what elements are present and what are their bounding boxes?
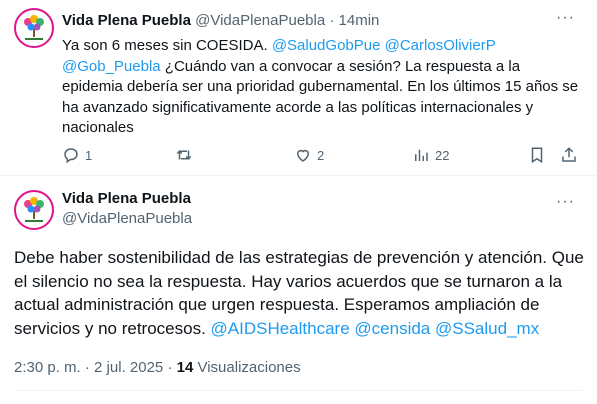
separator-dot: · [329,12,335,29]
handle[interactable]: @VidaPlenaPuebla [62,209,192,229]
tweet-text: Ya son 6 meses sin COESIDA. @SaludGobPue… [62,36,582,139]
views-button[interactable]: 22 [412,146,449,164]
mention-link[interactable]: @AIDSHealthcare [211,319,350,338]
views-label: Visualizaciones [193,359,301,376]
separator-dot: · [80,359,95,376]
timestamp[interactable]: 14min [339,12,380,29]
action-bar: 1 2 22 [62,146,582,166]
views-icon [415,149,428,161]
share-icon [562,147,576,162]
views-count: 22 [435,147,450,163]
mention-link[interactable]: @SSalud_mx [435,319,539,338]
mention-link[interactable]: @censida [354,319,430,338]
share-button[interactable] [560,146,578,164]
reply-button[interactable]: 1 [62,146,92,164]
tweet-1[interactable]: Vida Plena Puebla @VidaPlenaPuebla · 14m… [0,0,597,176]
bookmark-button[interactable] [528,146,546,164]
retweet-icon [176,150,192,160]
retweet-button[interactable] [175,146,193,164]
date[interactable]: 2 jul. 2025 [94,359,163,376]
views-count: 14 [176,359,194,376]
like-count: 2 [317,147,325,163]
like-button[interactable]: 2 [294,146,324,164]
text-segment: Ya son 6 meses sin COESIDA. [62,37,272,54]
avatar[interactable] [14,8,54,48]
display-name[interactable]: Vida Plena Puebla [62,189,191,209]
mention-link[interactable]: @SaludGobPue [272,37,381,54]
more-icon[interactable]: ··· [556,10,575,26]
avatar[interactable] [14,190,54,230]
tweet-text: Debe haber sostenibilidad de las estrate… [14,246,589,340]
display-name[interactable]: Vida Plena Puebla [62,12,191,29]
bookmark-icon [531,147,543,164]
mention-link[interactable]: @CarlosOlivierP [385,37,496,54]
separator-dot: · [163,359,177,376]
tweet-meta: 2:30 p. m. · 2 jul. 2025 · 14 Visualizac… [14,358,301,378]
mention-link[interactable]: @Gob_Puebla [62,58,161,75]
more-icon[interactable]: ··· [556,194,575,210]
reply-count: 1 [85,147,93,163]
timestamp[interactable]: 2:30 p. m. [14,359,81,376]
divider [14,390,583,391]
tweet-header: Vida Plena Puebla @VidaPlenaPuebla · 14m… [62,11,379,31]
like-icon [296,149,310,162]
reply-icon [64,148,78,164]
handle[interactable]: @VidaPlenaPuebla [195,12,325,29]
